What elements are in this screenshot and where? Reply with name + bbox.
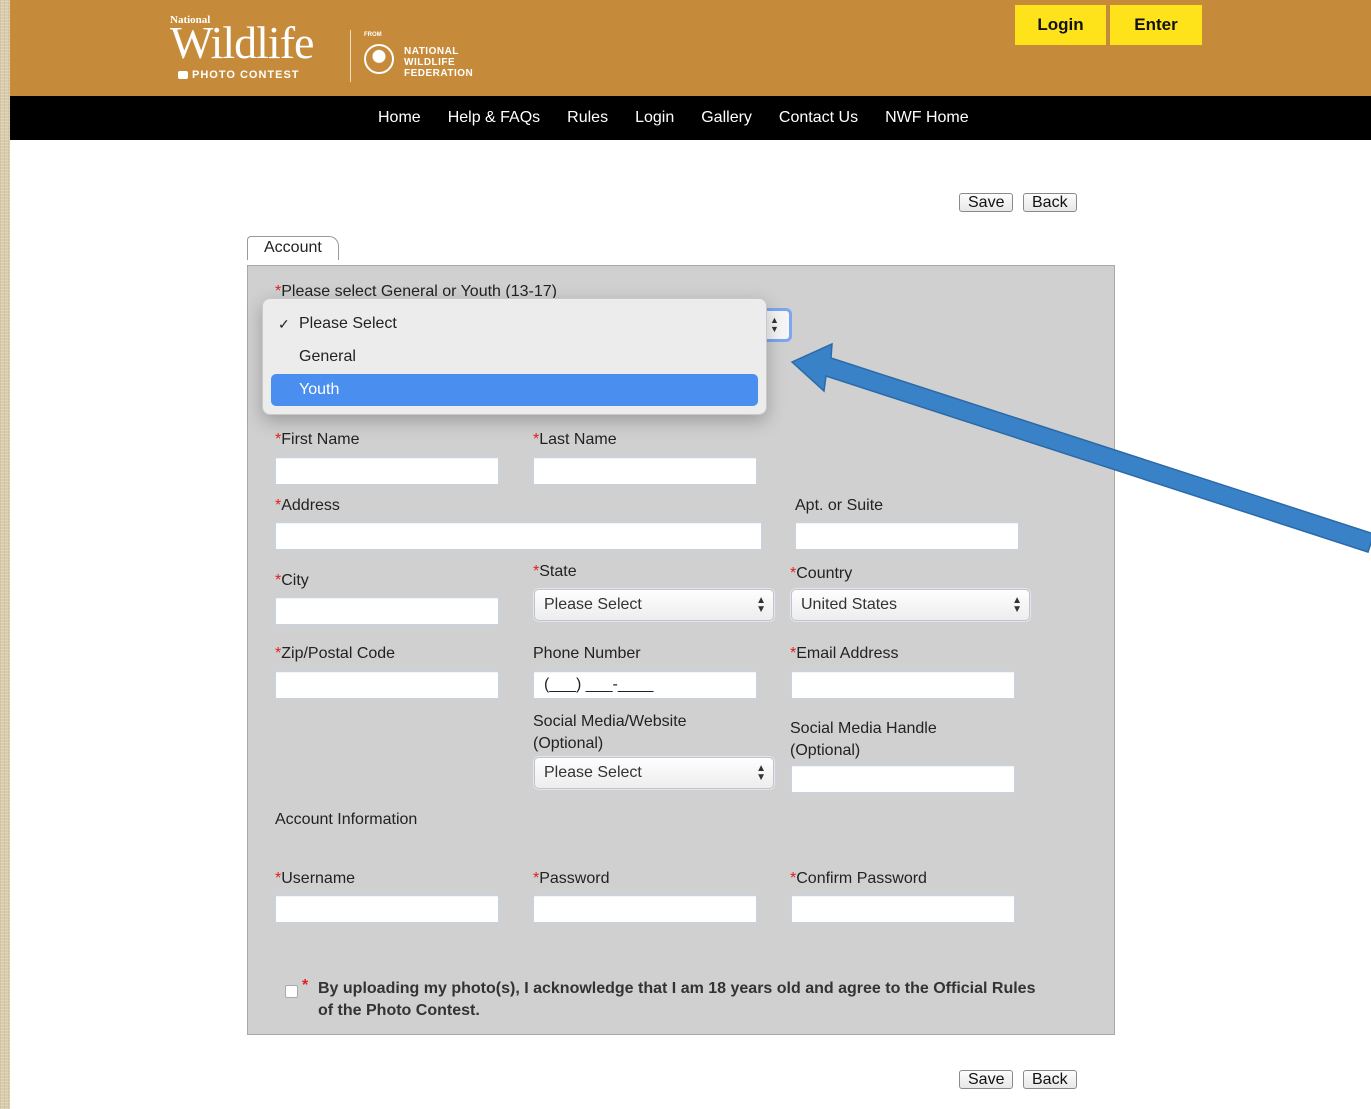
page: National Wildlife PHOTO CONTEST FROM NAT… — [10, 0, 1371, 1109]
annotation-arrow-layer — [790, 342, 1371, 553]
pointer-arrow-icon — [790, 342, 1371, 553]
